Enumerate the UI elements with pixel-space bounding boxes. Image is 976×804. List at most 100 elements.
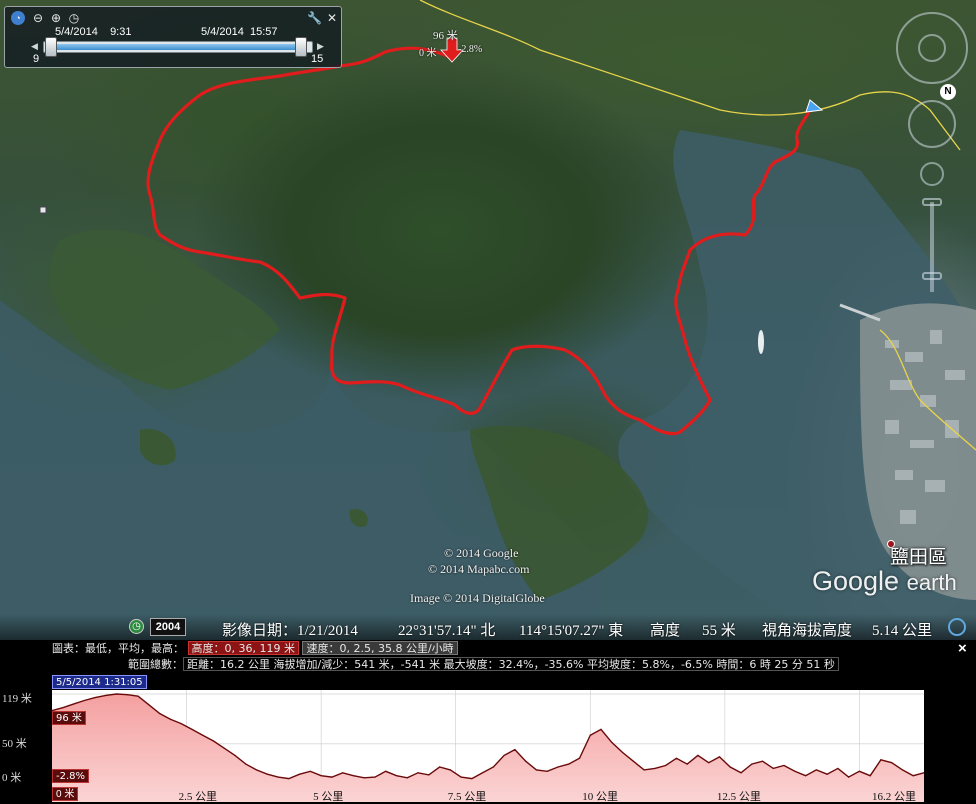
elevation-point: [395, 775, 398, 777]
imagery-year[interactable]: 2004: [150, 618, 186, 636]
elevation-point: [126, 694, 128, 696]
wrench-icon[interactable]: 🔧: [307, 11, 322, 25]
elevation-point: [320, 775, 322, 777]
zoom-in-icon[interactable]: ⊕: [49, 11, 63, 25]
street-view-icon[interactable]: [920, 162, 944, 186]
logo-earth: earth: [906, 570, 957, 595]
elevation-point: [665, 764, 667, 767]
map-view[interactable]: ◔ ⊖ ⊕ ◷ 🔧 ✕ 5/4/2014 9:31 5/4/2014 15:57…: [0, 0, 976, 640]
start-datetime: 5/4/2014 9:31: [55, 26, 131, 38]
elevation-point: [708, 762, 710, 764]
elevation-point: [643, 769, 645, 771]
clock-icon[interactable]: ◔: [11, 11, 25, 25]
zoom-thumb[interactable]: [922, 272, 942, 280]
elevation-point: [299, 773, 301, 775]
elevation-point: [417, 772, 419, 774]
elevation-point: [675, 757, 677, 759]
compass-north-icon[interactable]: N: [940, 84, 956, 100]
eye-altitude-label: 視角海拔高度: [762, 623, 853, 639]
elevation-point: [180, 723, 182, 725]
elevation-point: [137, 695, 139, 697]
x-axis-start: 0 米: [52, 787, 79, 801]
elevation-point: [751, 763, 753, 765]
streaming-status-icon: [948, 618, 966, 636]
imagery-date: 影像日期：1/21/2014: [222, 623, 358, 639]
elevation-point: [234, 754, 236, 757]
time-slider-range: [52, 44, 302, 50]
elevation-point: [105, 694, 107, 697]
elevation-point: [245, 763, 247, 765]
elevation-point: [621, 751, 624, 754]
elevation-point: [342, 772, 344, 774]
slider-left-arrow[interactable]: ◀: [31, 41, 38, 52]
end-time: 15:57: [249, 26, 278, 38]
elevation-point: [686, 763, 688, 765]
elevation-point: [891, 762, 893, 764]
y-axis-mid: 50 米: [2, 738, 27, 750]
x-tick-label: 7.5 公里: [447, 791, 487, 803]
elevation-point: [783, 764, 785, 767]
elevation-point: [406, 777, 408, 779]
close-icon[interactable]: ✕: [325, 11, 339, 25]
loop-icon[interactable]: ◷: [67, 11, 81, 25]
elevation-point: [503, 754, 505, 757]
y-axis-max: 119 米: [2, 693, 32, 705]
elevation-point: [331, 776, 333, 778]
end-date: 5/4/2014: [201, 26, 244, 38]
place-label[interactable]: 鹽田區: [890, 542, 947, 569]
slider-end-label: 15: [311, 53, 324, 65]
end-datetime: 5/4/2014 15:57: [201, 26, 277, 38]
elevation-point: [880, 759, 882, 761]
historical-imagery-icon[interactable]: ◷: [129, 619, 144, 634]
close-profile-button[interactable]: ×: [958, 640, 967, 657]
copyright-mapabc: © 2014 Mapabc.com: [428, 562, 530, 576]
elevation-point: [352, 775, 355, 777]
x-tick-label: 2.5 公里: [178, 791, 218, 803]
elevation-point: [492, 766, 494, 768]
elevation-point: [94, 697, 96, 699]
time-slider-track[interactable]: [43, 41, 313, 53]
elevation-point: [212, 740, 215, 742]
elevation-chart-svg: [51, 690, 925, 802]
elevation-point: [848, 776, 850, 778]
elevation-point: [794, 770, 796, 772]
height-stats-toggle[interactable]: 高度：0, 36, 119 米: [187, 641, 299, 655]
elevation-point: [546, 770, 548, 772]
elevation-point: [159, 712, 161, 715]
elevation-point: [62, 707, 64, 709]
elevation-point: [654, 767, 656, 770]
elevation-point: [600, 728, 602, 731]
cursor-elevation-badge: 96 米: [52, 711, 86, 725]
look-center[interactable]: [918, 34, 946, 62]
navigation-controls: N: [894, 12, 970, 312]
move-joystick[interactable]: [908, 100, 956, 148]
elevation-point: [428, 774, 430, 776]
marker-elevation-label: 96 米: [433, 30, 458, 42]
slider-start-label: 9: [33, 53, 40, 65]
start-date: 5/4/2014: [55, 26, 98, 38]
elevation-point: [363, 777, 365, 779]
elevation-label: 高度: [650, 623, 681, 639]
elevation-point: [169, 718, 172, 720]
time-slider-start-thumb[interactable]: [45, 37, 57, 57]
start-time: 9:31: [110, 26, 132, 38]
elevation-point: [869, 775, 871, 777]
zoom-out-icon[interactable]: ⊖: [31, 11, 45, 25]
elevation-chart[interactable]: [51, 690, 925, 802]
speed-stats-toggle[interactable]: 速度：0, 2.5, 35.8 公里/小時: [302, 641, 458, 655]
elevation-point: [191, 728, 193, 731]
elevation-area: [52, 694, 924, 802]
road-yellow: [419, 0, 961, 151]
elevation-point: [482, 772, 484, 774]
elevation-point: [912, 775, 914, 777]
slider-right-arrow[interactable]: ▶: [317, 41, 324, 52]
map-square-marker: [39, 206, 47, 214]
elevation-point: [804, 775, 807, 777]
x-tick-label: 10 公里: [582, 791, 619, 803]
zoom-in-button[interactable]: [922, 198, 942, 206]
elevation-point: [288, 777, 290, 780]
y-axis-min: 0 米: [2, 772, 22, 784]
time-slider-end-thumb[interactable]: [295, 37, 307, 57]
cursor-slope-badge: -2.8%: [52, 769, 90, 783]
elevation-point: [761, 760, 764, 762]
